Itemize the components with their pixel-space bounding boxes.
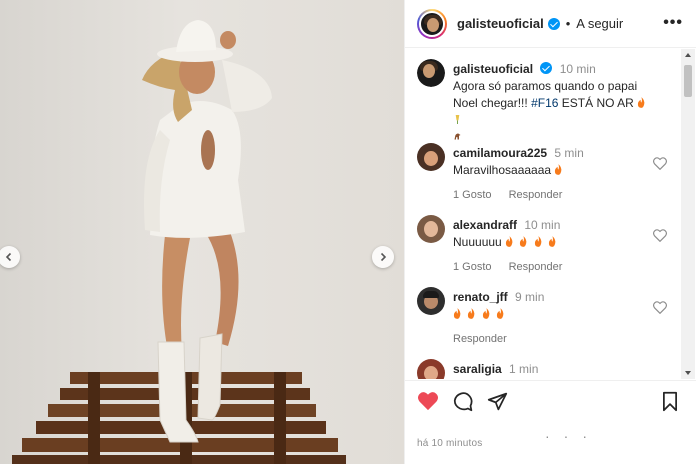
fire-icon (520, 236, 527, 247)
separator-dot: • (565, 16, 571, 31)
comment-likes[interactable]: 1 Gosto (453, 189, 492, 201)
chevron-left-icon (5, 252, 12, 262)
post-actions (405, 380, 696, 424)
photo-illustration (12, 20, 346, 464)
horse-icon (454, 133, 461, 140)
caption-avatar[interactable] (417, 59, 445, 87)
likes-placeholder: ··· (545, 428, 601, 444)
comment-username[interactable]: alexandraff (453, 218, 517, 232)
next-photo-button[interactable] (372, 246, 394, 268)
comments-list: galisteuoficial 10 min Agora só paramos … (405, 49, 681, 379)
fire-icon (534, 236, 542, 247)
caption-time: 10 min (559, 62, 596, 76)
heart-icon[interactable] (653, 157, 667, 170)
author-username[interactable]: galisteuoficial (457, 16, 544, 31)
verified-icon (540, 62, 553, 74)
comment-time: 10 min (524, 218, 561, 232)
post-header: galisteuoficial • A seguir ••• (405, 0, 696, 48)
bookmark-icon[interactable] (661, 391, 679, 412)
caption-username[interactable]: galisteuoficial (453, 62, 533, 76)
comment-time: 9 min (515, 290, 545, 304)
scroll-up-arrow[interactable] (685, 53, 691, 57)
comment-text: Maravilhosaaaaaa (453, 163, 552, 177)
heart-icon[interactable] (417, 391, 439, 411)
fire-icon (482, 308, 490, 319)
champagne-icon (455, 115, 460, 124)
reply-button[interactable]: Responder (509, 189, 563, 201)
heart-icon[interactable] (653, 301, 667, 314)
comment-icon[interactable] (453, 391, 474, 412)
comment-text: Nuuuuuu (453, 235, 502, 249)
chevron-right-icon (380, 252, 387, 262)
fire-icon (555, 164, 562, 175)
fire-icon (496, 308, 504, 319)
reply-button[interactable]: Responder (453, 333, 507, 345)
post-photo (0, 0, 404, 464)
comment-username[interactable]: renato_jff (453, 290, 508, 304)
caption-hashtag[interactable]: #F16 (531, 96, 558, 110)
scroll-down-arrow[interactable] (685, 371, 691, 375)
comment-username[interactable]: saraligia (453, 362, 502, 376)
reply-button[interactable]: Responder (509, 261, 563, 273)
comment-avatar[interactable] (417, 215, 445, 243)
fire-icon (638, 97, 645, 108)
author-avatar (419, 10, 445, 37)
post-side-panel: galisteuoficial • A seguir ••• galisteuo… (404, 0, 696, 464)
scroll-thumb[interactable] (684, 65, 692, 97)
share-icon[interactable] (487, 391, 508, 412)
fire-icon (505, 236, 513, 247)
comment-avatar[interactable] (417, 359, 445, 379)
comments-scrollbar[interactable] (681, 49, 695, 379)
author-avatar-story-ring[interactable] (417, 8, 447, 39)
verified-icon (547, 17, 560, 30)
heart-icon[interactable] (653, 229, 667, 242)
comment-time: 5 min (554, 146, 584, 160)
fire-icon (548, 236, 556, 247)
fire-icon (468, 308, 475, 319)
more-options-button[interactable]: ••• (663, 14, 683, 32)
comment-time: 1 min (509, 362, 539, 376)
comment-avatar[interactable] (417, 143, 445, 171)
post-timestamp: há 10 minutos (417, 438, 483, 449)
comment-username[interactable]: camilamoura225 (453, 146, 547, 160)
caption-tail: ESTÁ NO AR (561, 96, 634, 110)
fire-icon (453, 308, 461, 319)
comment-likes[interactable]: 1 Gosto (453, 261, 492, 273)
following-button[interactable]: A seguir (576, 16, 623, 31)
comment-avatar[interactable] (417, 287, 445, 315)
